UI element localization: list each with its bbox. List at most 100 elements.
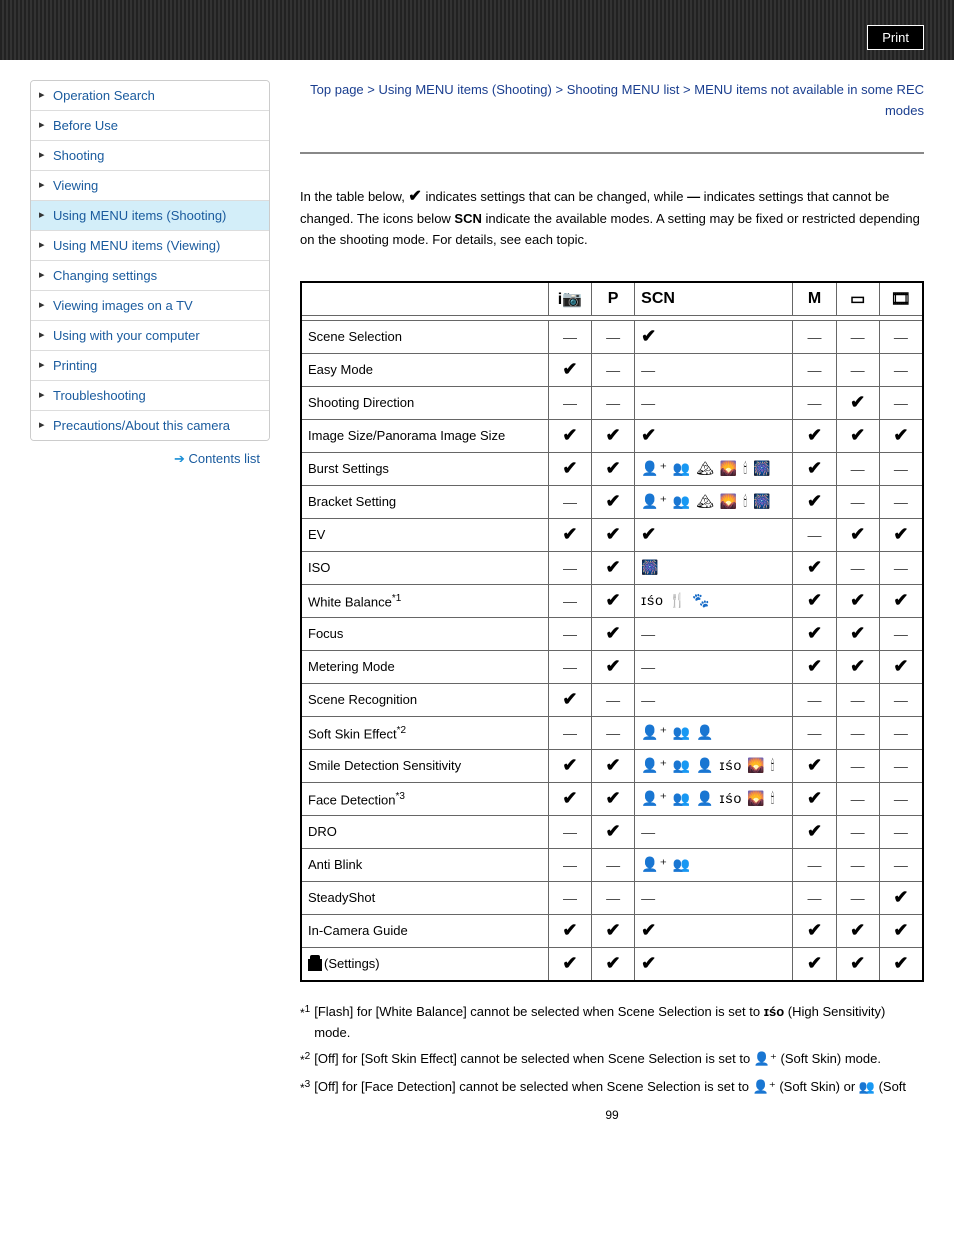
sidebar-item[interactable]: Shooting [31, 141, 269, 171]
cell: — [836, 749, 879, 782]
cell: — [879, 386, 923, 419]
cell: ✔ [548, 782, 591, 815]
contents-list-link[interactable]: Contents list [30, 451, 270, 467]
breadcrumb-item[interactable]: Using MENU items (Shooting) [378, 82, 551, 97]
cell: ✔ [793, 914, 836, 947]
row-label: Anti Blink [301, 848, 548, 881]
cell: — [836, 485, 879, 518]
table-row: Scene Recognition✔————— [301, 683, 923, 716]
cell: ✔ [635, 419, 793, 452]
cell: ✔ [793, 617, 836, 650]
cell: — [793, 320, 836, 353]
row-label: ISO [301, 551, 548, 584]
cell: — [592, 386, 635, 419]
cell: ɪśᴏ 🍴 🐾 [635, 584, 793, 617]
cell: — [793, 353, 836, 386]
cell: — [548, 650, 591, 683]
dash-icon: — [687, 189, 700, 204]
cell: 🎆 [635, 551, 793, 584]
cell: ✔ [793, 419, 836, 452]
settings-icon [308, 959, 322, 971]
cell: — [836, 320, 879, 353]
cell: ✔ [592, 551, 635, 584]
breadcrumb-item[interactable]: Top page [310, 82, 364, 97]
cell: ✔ [592, 914, 635, 947]
row-label: Smile Detection Sensitivity [301, 749, 548, 782]
cell: ✔ [879, 914, 923, 947]
cell: ✔ [836, 584, 879, 617]
footnote-mark-3: *3 [300, 1077, 310, 1098]
cell: ✔ [592, 782, 635, 815]
sidebar-item[interactable]: Changing settings [31, 261, 269, 291]
cell: — [836, 452, 879, 485]
sidebar-item[interactable]: Printing [31, 351, 269, 381]
main-content: Top page > Using MENU items (Shooting) >… [300, 80, 924, 1122]
cell: — [879, 617, 923, 650]
cell: — [592, 683, 635, 716]
cell: — [635, 386, 793, 419]
cell: ✔ [793, 452, 836, 485]
row-label: Burst Settings [301, 452, 548, 485]
table-row: Soft Skin Effect*2——👤⁺ 👥 👤——— [301, 716, 923, 749]
table-row: Bracket Setting—✔👤⁺ 👥 🏔 🌄 🕯 🎆✔—— [301, 485, 923, 518]
cell: — [879, 815, 923, 848]
footnotes: *1 [Flash] for [White Balance] cannot be… [300, 1002, 924, 1098]
table-row: SteadyShot—————✔ [301, 881, 923, 914]
cell: — [635, 650, 793, 683]
table-row: Face Detection*3✔✔👤⁺ 👥 👤 ɪśᴏ 🌄 🕯✔—— [301, 782, 923, 815]
cell: ✔ [592, 518, 635, 551]
sidebar-item[interactable]: Using MENU items (Shooting) [31, 201, 269, 231]
sidebar-item[interactable]: Viewing images on a TV [31, 291, 269, 321]
cell: — [793, 848, 836, 881]
row-label: Soft Skin Effect*2 [301, 716, 548, 749]
cell: — [548, 551, 591, 584]
cell: ✔ [793, 749, 836, 782]
sidebar-item[interactable]: Before Use [31, 111, 269, 141]
sidebar-item[interactable]: Viewing [31, 171, 269, 201]
cell: — [879, 749, 923, 782]
cell: ✔ [548, 452, 591, 485]
cell: — [836, 782, 879, 815]
table-row: Easy Mode✔————— [301, 353, 923, 386]
cell: — [548, 386, 591, 419]
cell: — [548, 848, 591, 881]
cell: 👤⁺ 👥 👤 ɪśᴏ 🌄 🕯 [635, 782, 793, 815]
table-row: Anti Blink——👤⁺ 👥——— [301, 848, 923, 881]
cell: ✔ [879, 947, 923, 981]
cell: ✔ [548, 419, 591, 452]
sidebar-item[interactable]: Operation Search [31, 81, 269, 111]
cell: 👤⁺ 👥 👤 ɪśᴏ 🌄 🕯 [635, 749, 793, 782]
row-label: Easy Mode [301, 353, 548, 386]
cell: ✔ [793, 485, 836, 518]
breadcrumb-item[interactable]: Shooting MENU list [567, 82, 680, 97]
cell: ✔ [879, 584, 923, 617]
table-row: Scene Selection——✔——— [301, 320, 923, 353]
cell: ✔ [635, 914, 793, 947]
cell: 👤⁺ 👥 🏔 🌄 🕯 🎆 [635, 452, 793, 485]
cell: ✔ [548, 683, 591, 716]
th-panorama: ▭ [836, 282, 879, 316]
cell: ✔ [793, 947, 836, 981]
cell: — [836, 353, 879, 386]
cell: ✔ [793, 551, 836, 584]
softskin-icon: 👤⁺ [754, 1051, 777, 1066]
footnote-mark-1: *1 [300, 1002, 310, 1044]
cell: ✔ [592, 947, 635, 981]
sidebar-item[interactable]: Using MENU items (Viewing) [31, 231, 269, 261]
sidebar: Operation SearchBefore UseShootingViewin… [30, 80, 270, 1122]
print-button[interactable]: Print [867, 25, 924, 50]
sidebar-item[interactable]: Troubleshooting [31, 381, 269, 411]
cell: ✔ [793, 650, 836, 683]
table-row: In-Camera Guide✔✔✔✔✔✔ [301, 914, 923, 947]
cell: ✔ [879, 881, 923, 914]
cell: ✔ [836, 947, 879, 981]
softskin-icon: 👤⁺ [753, 1079, 776, 1094]
sidebar-item[interactable]: Precautions/About this camera [31, 411, 269, 440]
sidebar-item[interactable]: Using with your computer [31, 321, 269, 351]
cell: ✔ [592, 485, 635, 518]
cell: — [836, 815, 879, 848]
row-label: Scene Selection [301, 320, 548, 353]
cell: — [635, 815, 793, 848]
table-row: EV✔✔✔—✔✔ [301, 518, 923, 551]
cell: — [548, 617, 591, 650]
